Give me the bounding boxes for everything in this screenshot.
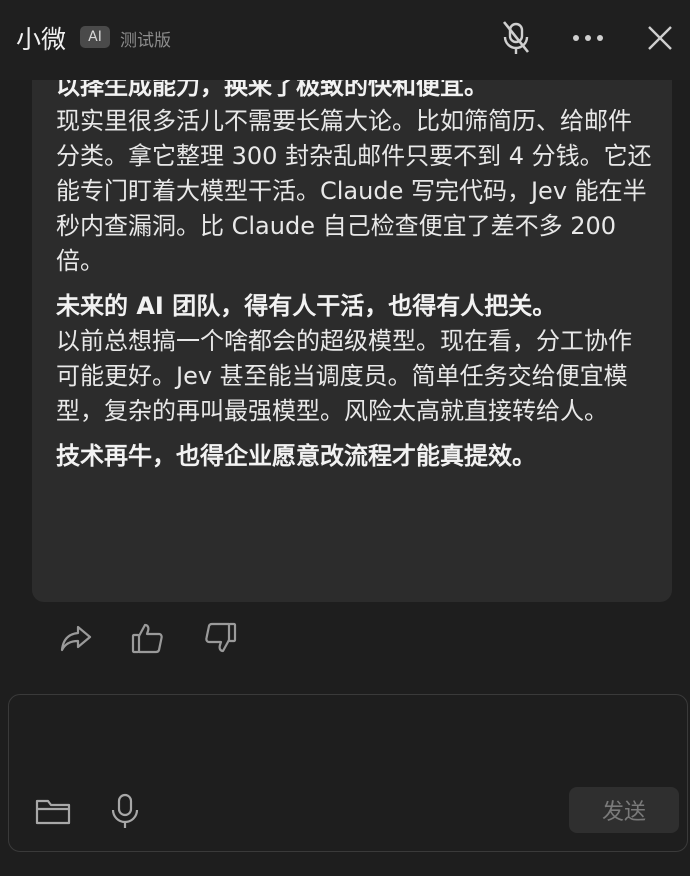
paragraph-lead: 未来的 AI 团队，得有人干活，也得有人把关。 — [56, 292, 557, 320]
thumbs-up-icon[interactable] — [130, 620, 166, 656]
folder-icon[interactable] — [33, 791, 73, 831]
ai-badge: AI — [80, 26, 110, 48]
thumbs-down-icon[interactable] — [202, 620, 238, 656]
beta-label: 测试版 — [120, 31, 171, 51]
paragraph-lead: 技术再牛，也得企业愿意改流程才能真提效。 — [56, 442, 536, 470]
message-paragraph: 未来的 AI 团队，得有人干活，也得有人把关。以前总想搞一个啥都会的超级模型。现… — [56, 289, 652, 429]
close-icon[interactable] — [642, 18, 678, 58]
send-button[interactable]: 发送 — [569, 787, 679, 833]
more-horizontal-icon[interactable] — [570, 18, 606, 58]
message-input[interactable] — [23, 705, 677, 789]
share-icon[interactable] — [58, 620, 94, 656]
message-composer: 发送 — [8, 694, 688, 852]
chat-window: 小微 AI 测试版 以择生成能力，换来了极致的快和便宜。 现实里很多活儿不需要长… — [0, 0, 690, 876]
paragraph-text: 以前总想搞一个啥都会的超级模型。现在看，分工协作可能更好。Jev 甚至能当调度员… — [56, 327, 632, 425]
message-body: 以择生成能力，换来了极致的快和便宜。 现实里很多活儿不需要长篇大论。比如筛简历、… — [56, 69, 652, 474]
app-title: 小微 — [16, 25, 67, 54]
microphone-icon[interactable] — [105, 791, 145, 831]
paragraph-text: 现实里很多活儿不需要长篇大论。比如筛简历、给邮件分类。拿它整理 300 封杂乱邮… — [56, 107, 652, 275]
message-paragraph: 技术再牛，也得企业愿意改流程才能真提效。 — [56, 439, 652, 474]
mic-off-icon[interactable] — [498, 18, 534, 58]
assistant-message-bubble: 以择生成能力，换来了极致的快和便宜。 现实里很多活儿不需要长篇大论。比如筛简历、… — [32, 60, 672, 602]
header-bar: 小微 AI 测试版 — [0, 0, 690, 80]
message-paragraph: 现实里很多活儿不需要长篇大论。比如筛简历、给邮件分类。拿它整理 300 封杂乱邮… — [56, 104, 652, 279]
